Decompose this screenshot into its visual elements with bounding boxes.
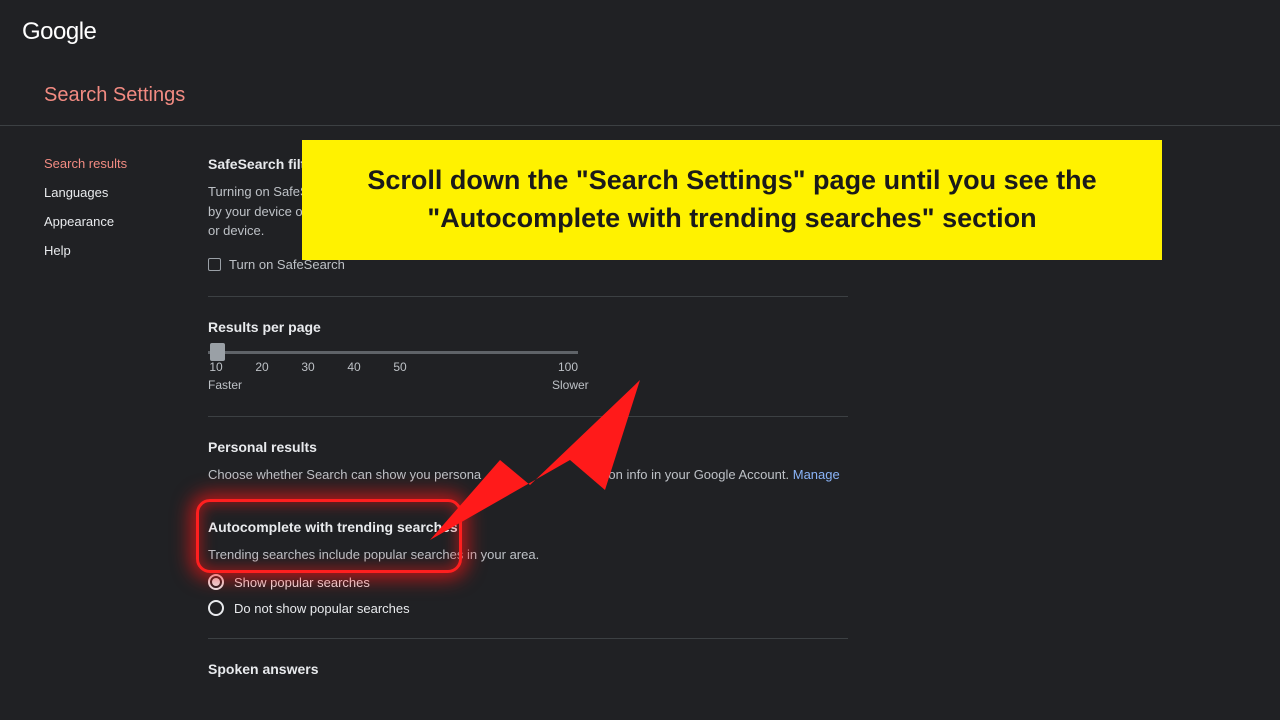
manage-link[interactable]: Manage bbox=[793, 467, 840, 482]
autocomplete-body: Trending searches include popular search… bbox=[208, 545, 928, 565]
results-per-page-section: Results per page 10 20 30 40 50 100 Fast… bbox=[208, 319, 928, 394]
radio-hide-label: Do not show popular searches bbox=[234, 601, 410, 616]
slider-thumb[interactable] bbox=[210, 343, 225, 361]
personal-results-body: Choose whether Search can show you perso… bbox=[208, 465, 928, 485]
instruction-callout: Scroll down the "Search Settings" page u… bbox=[302, 140, 1162, 260]
personal-results-heading: Personal results bbox=[208, 439, 928, 455]
section-divider bbox=[208, 296, 848, 297]
checkbox-icon[interactable] bbox=[208, 258, 221, 271]
section-divider bbox=[208, 416, 848, 417]
slider-tick-100: 100 bbox=[558, 360, 578, 374]
google-logo: Google bbox=[22, 18, 1258, 46]
radio-icon[interactable] bbox=[208, 574, 224, 590]
radio-icon[interactable] bbox=[208, 600, 224, 616]
sidebar-item-languages[interactable]: Languages bbox=[44, 185, 208, 200]
slider-tick-50: 50 bbox=[393, 360, 406, 374]
radio-show-label: Show popular searches bbox=[234, 575, 370, 590]
sidebar-item-appearance[interactable]: Appearance bbox=[44, 214, 208, 229]
radio-hide-popular[interactable]: Do not show popular searches bbox=[208, 600, 928, 616]
sidebar-item-help[interactable]: Help bbox=[44, 243, 208, 258]
personal-results-section: Personal results Choose whether Search c… bbox=[208, 439, 928, 485]
section-divider bbox=[208, 638, 848, 639]
autocomplete-section: Autocomplete with trending searches Tren… bbox=[208, 519, 928, 617]
personal-body-left: Choose whether Search can show you perso… bbox=[208, 467, 481, 482]
settings-sidebar: Search results Languages Appearance Help bbox=[0, 156, 208, 687]
results-per-page-heading: Results per page bbox=[208, 319, 928, 335]
personal-body-right: on info in your Google Account. bbox=[608, 467, 789, 482]
slider-caption-slower: Slower bbox=[552, 378, 589, 392]
slider-tick-40: 40 bbox=[347, 360, 360, 374]
results-slider[interactable] bbox=[208, 351, 578, 354]
spoken-answers-section: Spoken answers bbox=[208, 661, 928, 677]
slider-caption-faster: Faster bbox=[208, 378, 242, 392]
slider-tick-10: 10 bbox=[209, 360, 222, 374]
page-title: Search Settings bbox=[0, 56, 1280, 125]
sidebar-item-search-results[interactable]: Search results bbox=[44, 156, 208, 171]
slider-captions: Faster Slower bbox=[208, 378, 578, 394]
slider-tick-20: 20 bbox=[255, 360, 268, 374]
slider-labels: 10 20 30 40 50 100 bbox=[208, 360, 578, 378]
spoken-answers-heading: Spoken answers bbox=[208, 661, 928, 677]
slider-tick-30: 30 bbox=[301, 360, 314, 374]
autocomplete-heading: Autocomplete with trending searches bbox=[208, 519, 928, 535]
radio-show-popular[interactable]: Show popular searches bbox=[208, 574, 928, 590]
